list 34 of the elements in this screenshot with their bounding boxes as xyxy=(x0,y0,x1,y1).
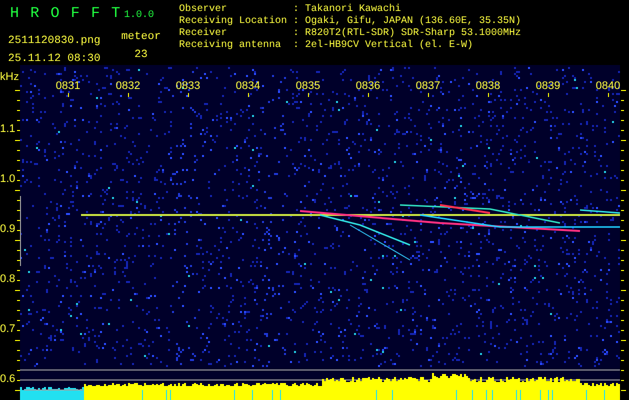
time-label: 0834 xyxy=(234,80,262,93)
app-name: HROFFT xyxy=(9,4,124,24)
file-name: 2511120830.png xyxy=(8,34,102,48)
time-label: 0831 xyxy=(54,80,82,93)
app-version: 1.0.0 xyxy=(124,9,154,23)
info-value: R820T2(RTL-SDR) SDR-Sharp 53.1000MHz xyxy=(305,28,522,40)
info-label: Receiving Location xyxy=(179,16,288,28)
time-label: 0832 xyxy=(114,80,142,93)
time-label: 0837 xyxy=(414,80,442,93)
info-separator: : xyxy=(293,4,300,16)
frequency-label: 0.6 xyxy=(0,373,16,386)
info-value: Ogaki, Gifu, JAPAN (136.60E, 35.35N) xyxy=(305,16,522,28)
time-label: 0839 xyxy=(534,80,562,93)
info-separator: : xyxy=(293,16,300,28)
info-separator: : xyxy=(293,28,300,40)
info-value: Takanori Kawachi xyxy=(305,4,402,16)
info-label: Receiver xyxy=(179,28,228,40)
meteor-count: 23 xyxy=(134,48,148,62)
info-label: Receiving antenna xyxy=(179,40,282,52)
frequency-label: 0.8 xyxy=(0,273,16,286)
time-label: 0835 xyxy=(294,80,322,93)
info-label: Observer xyxy=(179,4,228,16)
meteor-label: meteor xyxy=(121,30,161,44)
timestamp: 25.11.12 08:30 xyxy=(8,52,102,66)
frequency-label: 1.1 xyxy=(0,123,16,136)
info-separator: : xyxy=(293,40,300,52)
frequency-unit: kHz xyxy=(0,71,19,84)
time-label: 0840 xyxy=(594,80,622,93)
frequency-label: 0.7 xyxy=(0,323,16,336)
frequency-label: 1.0 xyxy=(0,173,16,186)
info-value: 2el-HB9CV Vertical (el. E-W) xyxy=(305,40,474,52)
time-label: 0836 xyxy=(354,80,382,93)
time-label: 0838 xyxy=(474,80,502,93)
frequency-label: 0.9 xyxy=(0,223,16,236)
